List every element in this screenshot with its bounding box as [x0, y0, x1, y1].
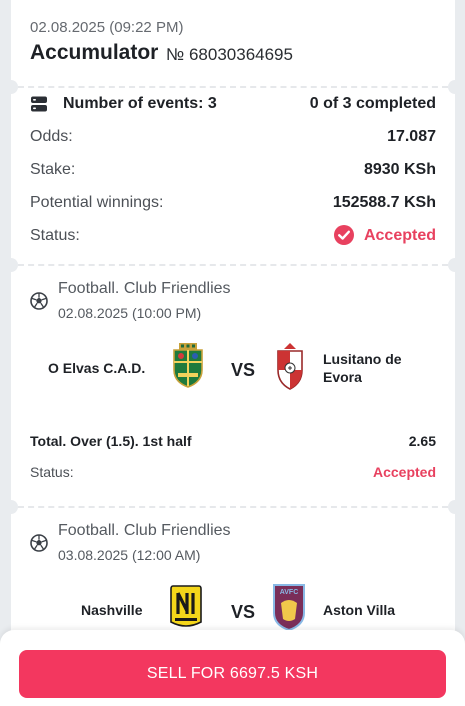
versus-label: VS [231, 360, 256, 380]
away-team-name: Aston Villa [323, 602, 396, 618]
ticket-notch [4, 80, 18, 94]
divider [18, 264, 448, 266]
soccer-ball-icon [30, 292, 48, 310]
odds-value: 17.087 [387, 128, 436, 145]
status-label: Status: [30, 227, 80, 244]
winnings-label: Potential winnings: [30, 194, 164, 211]
bet-status-label: Status: [30, 464, 74, 480]
ticket-notch [4, 500, 18, 514]
match-date: 03.08.2025 (12:00 AM) [58, 547, 201, 563]
ticket-notch [448, 258, 462, 272]
odds-label: Odds: [30, 128, 73, 145]
team-crest-icon [170, 585, 202, 627]
list-icon [31, 96, 47, 112]
bottom-action-bar: SELL FOR 6697.5 KSH [0, 630, 465, 706]
team-crest-icon [277, 343, 303, 390]
league-name: Football. Club Friendlies [58, 522, 231, 539]
match-date: 02.08.2025 (10:00 PM) [58, 305, 202, 321]
sell-button[interactable]: SELL FOR 6697.5 KSH [19, 650, 446, 698]
team-crest-icon: AVFC [273, 584, 305, 631]
ticket-notch [448, 80, 462, 94]
versus-label: VS [231, 602, 256, 622]
away-team-name-line: Lusitano de [323, 351, 402, 367]
ticket-notch [448, 500, 462, 514]
events-count: Number of events: 3 [63, 95, 217, 112]
ticket-title: Accumulator [30, 41, 159, 64]
away-team-name: Lusitano de Evora [323, 350, 402, 386]
league-name: Football. Club Friendlies [58, 280, 231, 297]
team-crest-icon [173, 343, 203, 388]
bet-odds: 2.65 [408, 433, 436, 449]
bet-ticket: 02.08.2025 (09:22 PM) Accumulator № 6803… [4, 0, 462, 706]
soccer-ball-icon [30, 534, 48, 552]
ticket-notch [4, 258, 18, 272]
events-completed: 0 of 3 completed [309, 95, 436, 112]
stake-label: Stake: [30, 161, 76, 178]
ticket-number: № 68030364695 [166, 45, 293, 64]
bet-status: Accepted [372, 464, 436, 480]
divider [18, 506, 448, 508]
ticket-date: 02.08.2025 (09:22 PM) [30, 19, 184, 36]
home-team-name: O Elvas C.A.D. [48, 360, 146, 376]
stake-value: 8930 KSh [363, 161, 436, 178]
check-circle-icon [334, 225, 354, 245]
winnings-value: 152588.7 KSh [332, 194, 436, 211]
away-team-name-line: Evora [323, 369, 362, 385]
status-badge: Accepted [363, 227, 436, 244]
home-team-name: Nashville [81, 602, 143, 618]
bet-market: Total. Over (1.5). 1st half [30, 433, 192, 449]
divider [18, 86, 448, 88]
crest-text: AVFC [280, 589, 299, 596]
